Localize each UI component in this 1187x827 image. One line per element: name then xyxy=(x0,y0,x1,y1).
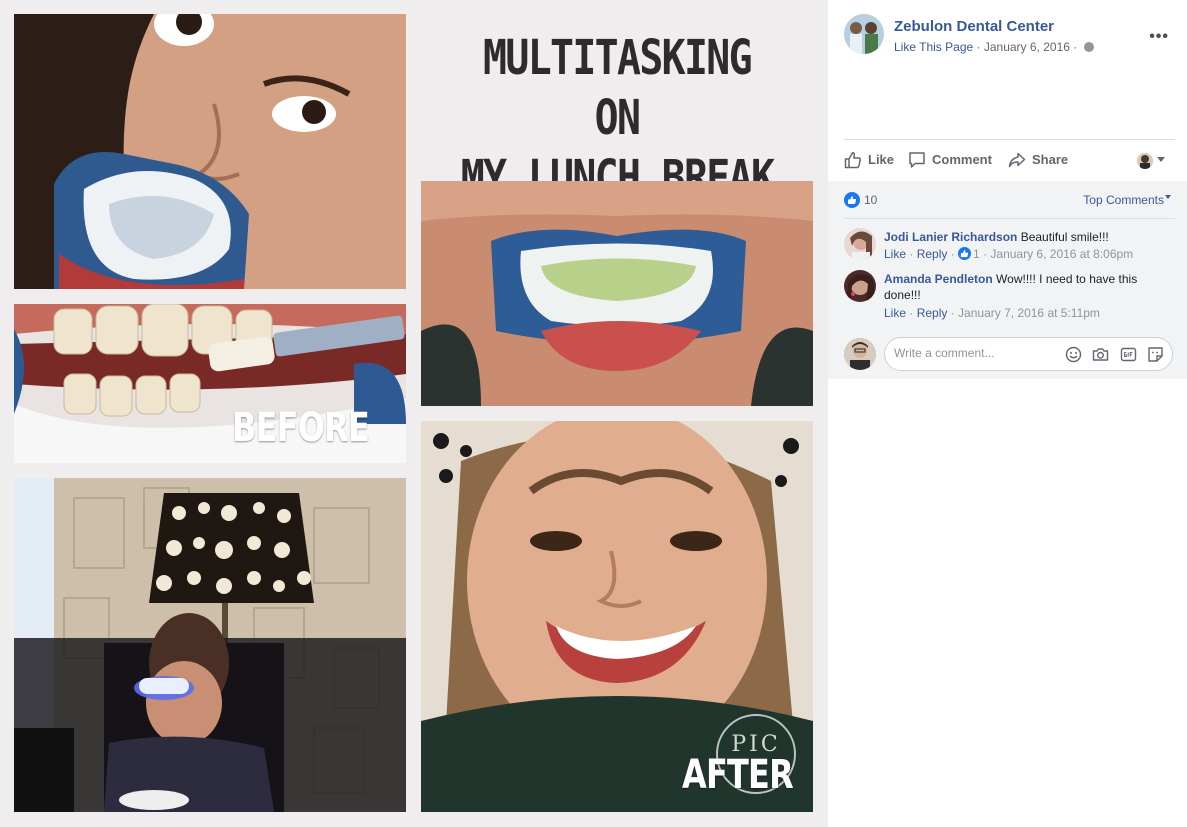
comment-button[interactable]: Comment xyxy=(908,150,992,170)
post-photo[interactable]: MULTITASKING ON MY LUNCH BREAK BEFORE PI… xyxy=(0,0,828,827)
comment-actions: Like · Reply · 1 · January 6, 2016 at 8:… xyxy=(884,247,1134,261)
share-button-label: Share xyxy=(1032,152,1069,167)
sticker-icon[interactable] xyxy=(1147,346,1164,363)
like-button[interactable]: Like xyxy=(844,150,894,170)
meta-separator: · xyxy=(976,40,981,54)
post-header: Zebulon Dental Center Like This Page · J… xyxy=(844,14,1175,58)
top-comments-label: Top Comments xyxy=(1083,193,1164,207)
gif-icon[interactable] xyxy=(1120,346,1137,363)
more-dots-icon[interactable]: ••• xyxy=(1149,28,1169,46)
photo-whitening-light xyxy=(14,478,406,812)
camera-icon[interactable] xyxy=(1092,346,1109,363)
viewer-identity-switcher[interactable] xyxy=(1137,152,1171,170)
emoji-icon[interactable] xyxy=(1065,346,1082,363)
meta-separator: · xyxy=(1073,40,1078,54)
like-page-link[interactable]: Like This Page xyxy=(894,40,973,54)
comment-text-block: Amanda Pendleton Wow!!!! I need to have … xyxy=(884,271,1175,303)
after-label: AFTER xyxy=(682,752,794,798)
comments-section: 10 Top Comments Jodi Lanier Richardson B… xyxy=(828,181,1187,379)
comment-like-link[interactable]: Like xyxy=(884,306,906,320)
comment-author-link[interactable]: Amanda Pendleton xyxy=(884,272,993,286)
chevron-down-icon xyxy=(1157,157,1165,162)
comment-like-count[interactable]: 1 xyxy=(973,247,980,261)
headline-line-1: MULTITASKING ON xyxy=(483,30,753,146)
page-name-link[interactable]: Zebulon Dental Center xyxy=(894,18,1054,35)
comment-like-link[interactable]: Like xyxy=(884,247,906,261)
comment-text-block: Jodi Lanier Richardson Beautiful smile!!… xyxy=(884,229,1175,245)
comment-timestamp[interactable]: January 6, 2016 at 8:06pm xyxy=(990,247,1133,261)
composer-tools xyxy=(1059,346,1164,364)
comment-reply-link[interactable]: Reply xyxy=(917,247,948,261)
comment-button-label: Comment xyxy=(932,152,992,167)
comment-reply-link[interactable]: Reply xyxy=(917,306,948,320)
share-button[interactable]: Share xyxy=(1008,150,1068,170)
reaction-summary[interactable]: 10 xyxy=(844,192,877,208)
caret-down-icon xyxy=(1165,195,1171,199)
comment-text: Beautiful smile!!! xyxy=(1020,230,1109,244)
comment-timestamp[interactable]: January 7, 2016 at 5:11pm xyxy=(958,306,1100,320)
top-comments-dropdown[interactable]: Top Comments xyxy=(1083,193,1171,207)
post-side-panel: Zebulon Dental Center Like This Page · J… xyxy=(828,0,1187,827)
comment-author-link[interactable]: Jodi Lanier Richardson xyxy=(884,230,1017,244)
comment-actions: Like · Reply · January 7, 2016 at 5:11pm xyxy=(884,306,1100,320)
viewer-avatar xyxy=(1137,153,1153,169)
like-reaction-icon xyxy=(844,192,860,208)
post-date[interactable]: January 6, 2016 xyxy=(984,40,1070,54)
divider xyxy=(844,218,1175,219)
viewer-avatar xyxy=(844,338,876,370)
reaction-count: 10 xyxy=(864,193,878,207)
photo-face-retractor xyxy=(14,14,406,289)
share-arrow-icon xyxy=(1008,152,1026,168)
before-label: BEFORE xyxy=(232,405,370,451)
thumbs-up-icon xyxy=(844,152,862,169)
comment-bubble-icon xyxy=(909,152,925,168)
comment-composer xyxy=(844,337,1173,371)
commenter-avatar[interactable] xyxy=(844,270,876,302)
facebook-photo-viewer: MULTITASKING ON MY LUNCH BREAK BEFORE PI… xyxy=(0,0,1187,827)
comment-input[interactable] xyxy=(894,346,1044,360)
photo-mouth-retractor xyxy=(421,181,813,406)
like-button-label: Like xyxy=(868,152,895,167)
post-meta: Like This Page · January 6, 2016 · xyxy=(894,40,1094,54)
globe-icon xyxy=(1083,42,1094,52)
commenter-avatar[interactable] xyxy=(844,228,876,260)
action-bar: Like Comment Share xyxy=(844,139,1175,181)
like-reaction-icon xyxy=(958,247,972,260)
comment-input-box[interactable] xyxy=(884,337,1173,371)
page-avatar[interactable] xyxy=(844,14,884,54)
